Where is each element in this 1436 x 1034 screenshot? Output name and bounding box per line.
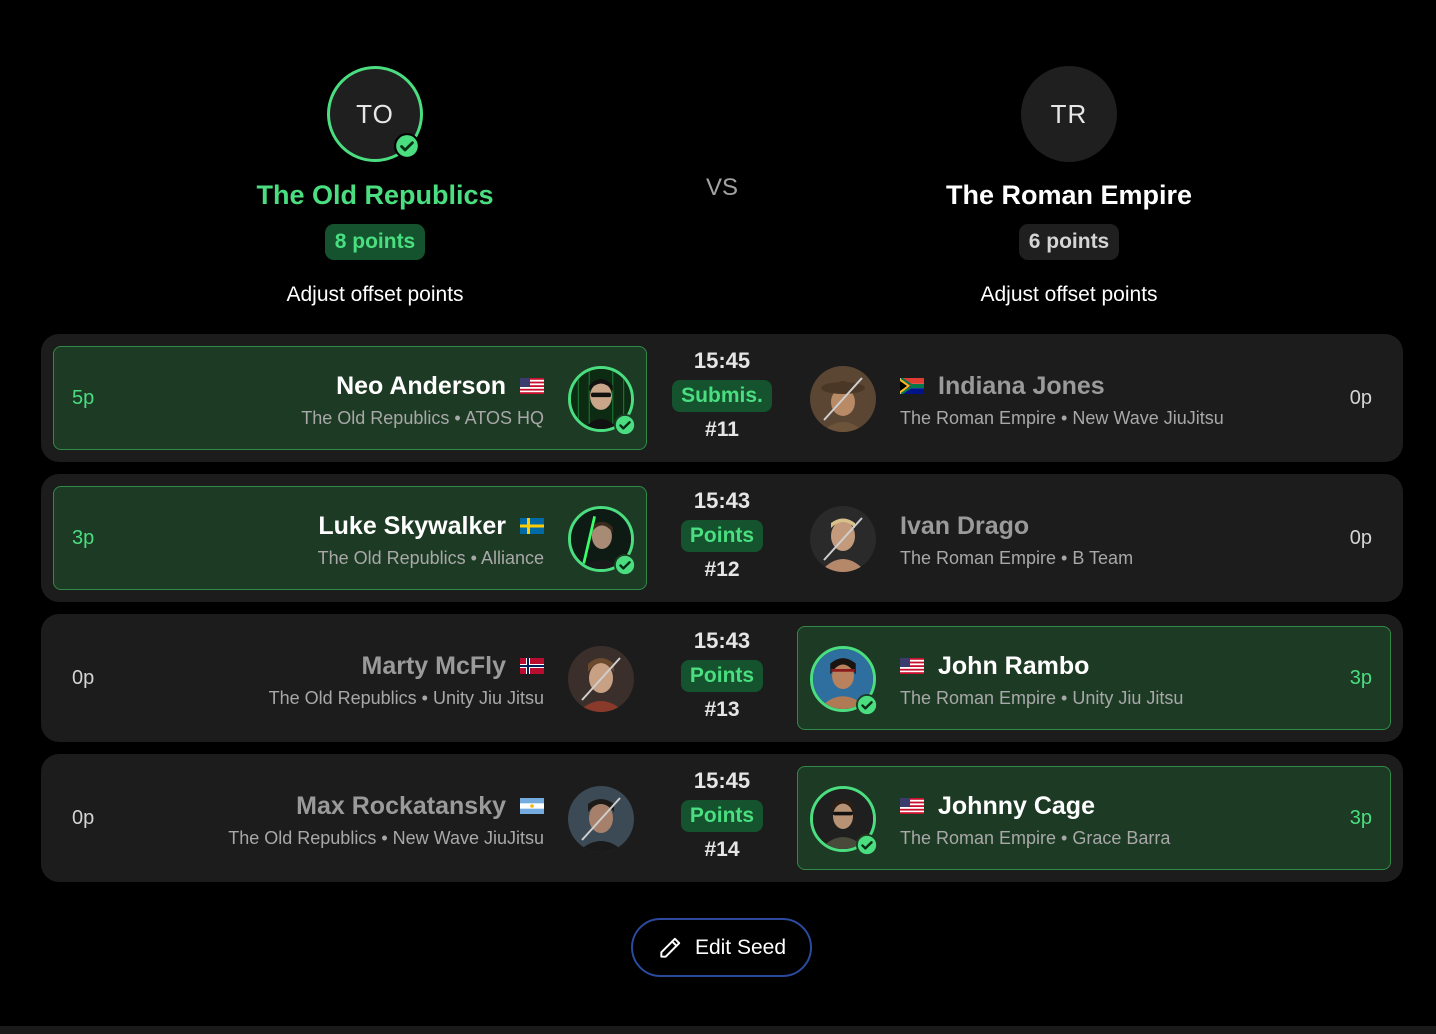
match-time: 15:45 — [693, 348, 751, 373]
team-right: TR The Roman Empire 6 points Adjust offs… — [869, 66, 1269, 307]
fighter-name: Neo Anderson — [336, 371, 506, 400]
verified-check-icon — [394, 133, 420, 159]
team-left: TO The Old Republics 8 points Adjust off… — [175, 66, 575, 307]
verified-check-icon — [856, 694, 878, 716]
match-number: #14 — [704, 838, 740, 861]
team-name: The Roman Empire — [945, 180, 1193, 210]
fighter-points: 3p — [1349, 667, 1372, 689]
no-flag-icon — [520, 658, 544, 674]
fighter-points: 3p — [72, 527, 95, 549]
fighter-avatar — [810, 366, 876, 432]
match-time: 15:45 — [693, 768, 751, 793]
za-flag-icon — [900, 378, 924, 394]
team-avatar: TO — [327, 66, 423, 162]
match-time: 15:43 — [693, 628, 751, 653]
fighter-team-gym: The Old Republics • Alliance — [317, 548, 544, 568]
verified-check-icon — [614, 554, 636, 576]
fighter-team-gym: The Roman Empire • New Wave JiuJitsu — [900, 408, 1224, 428]
verified-check-icon — [614, 414, 636, 436]
match-fighter-right[interactable]: Indiana Jones The Roman Empire • New Wav… — [797, 346, 1391, 450]
vs-label: VS — [705, 174, 738, 201]
match-row[interactable]: 3p Luke Skywalker The Old Republics • Al… — [41, 474, 1403, 602]
fighter-points: 3p — [1349, 807, 1372, 829]
fighter-points: 0p — [1349, 387, 1372, 409]
team-avatar: TR — [1021, 66, 1117, 162]
match-fighter-left[interactable]: 0p Max Rockatansky The Old Republics • N… — [53, 766, 647, 870]
fighter-name: Luke Skywalker — [318, 511, 506, 540]
fighter-team-gym: The Roman Empire • Unity Jiu Jitsu — [900, 688, 1184, 708]
fighter-info: Ivan Drago The Roman Empire • B Team — [900, 509, 1133, 569]
win-method-badge: Submis. — [672, 380, 772, 412]
verified-check-icon — [856, 834, 878, 856]
fighter-info: Luke Skywalker The Old Republics • Allia… — [318, 509, 544, 569]
fighter-avatar — [810, 506, 876, 572]
ar-flag-icon — [520, 798, 544, 814]
team-name: The Old Republics — [256, 180, 494, 210]
fighter-name: John Rambo — [938, 651, 1090, 680]
match-details: 15:43 Points #12 — [671, 488, 773, 582]
fighter-avatar — [568, 506, 636, 576]
adjust-offset-points-link[interactable]: Adjust offset points — [175, 283, 575, 307]
fighter-info: Marty McFly The Old Republics • Unity Ji… — [269, 649, 544, 709]
edit-seed-button[interactable]: Edit Seed — [631, 918, 812, 977]
fighter-info: Johnny Cage The Roman Empire • Grace Bar… — [900, 789, 1170, 849]
match-fighter-left[interactable]: 0p Marty McFly The Old Republics • Unity… — [53, 626, 647, 730]
match-row[interactable]: 0p Max Rockatansky The Old Republics • N… — [41, 754, 1403, 882]
fighter-team-gym: The Old Republics • Unity Jiu Jitsu — [268, 688, 544, 708]
match-fighter-right[interactable]: Ivan Drago The Roman Empire • B Team 0p — [797, 486, 1391, 590]
fighter-info: Neo Anderson The Old Republics • ATOS HQ — [301, 369, 544, 429]
win-method-badge: Points — [680, 800, 764, 832]
match-row[interactable]: 0p Marty McFly The Old Republics • Unity… — [41, 614, 1403, 742]
us-flag-icon — [900, 798, 924, 814]
fighter-info: Indiana Jones The Roman Empire • New Wav… — [900, 369, 1224, 429]
fighter-name: Marty McFly — [361, 651, 506, 680]
pencil-icon — [660, 937, 681, 958]
fighter-avatar — [810, 786, 878, 856]
fighter-name: Indiana Jones — [938, 371, 1105, 400]
fighter-team-gym: The Roman Empire • Grace Barra — [900, 828, 1171, 848]
fighter-points: 5p — [72, 387, 95, 409]
us-flag-icon — [900, 658, 924, 674]
match-number: #12 — [704, 558, 740, 581]
fighter-info: Max Rockatansky The Old Republics • New … — [228, 789, 544, 849]
fighter-points: 0p — [72, 807, 95, 829]
fighter-avatar — [568, 646, 634, 712]
team-initials: TO — [356, 98, 394, 129]
us-flag-icon — [520, 378, 544, 394]
match-fighter-right[interactable]: John Rambo The Roman Empire • Unity Jiu … — [797, 626, 1391, 730]
match-time: 15:43 — [693, 488, 751, 513]
se-flag-icon — [520, 518, 544, 534]
team-points-badge: 8 points — [324, 224, 426, 260]
fighter-name: Max Rockatansky — [296, 791, 506, 820]
match-details: 15:45 Submis. #11 — [671, 348, 773, 442]
fighter-avatar — [568, 366, 636, 436]
match-fighter-left[interactable]: 5p Neo Anderson The Old Republics • ATOS… — [53, 346, 647, 450]
match-details: 15:45 Points #14 — [671, 768, 773, 862]
fighter-team-gym: The Roman Empire • B Team — [900, 548, 1134, 568]
adjust-offset-points-link[interactable]: Adjust offset points — [869, 283, 1269, 307]
team-points-badge: 6 points — [1018, 224, 1120, 260]
fighter-points: 0p — [72, 667, 95, 689]
team-initials: TR — [1050, 98, 1088, 129]
match-number: #11 — [705, 418, 739, 441]
fighter-avatar — [568, 786, 634, 852]
match-row[interactable]: 5p Neo Anderson The Old Republics • ATOS… — [41, 334, 1403, 462]
win-method-badge: Points — [680, 660, 764, 692]
match-number: #13 — [704, 698, 740, 721]
fighter-team-gym: The Old Republics • New Wave JiuJitsu — [228, 828, 544, 848]
match-details: 15:43 Points #13 — [671, 628, 773, 722]
match-fighter-left[interactable]: 3p Luke Skywalker The Old Republics • Al… — [53, 486, 647, 590]
fighter-avatar — [810, 646, 878, 716]
bottom-bar — [0, 1026, 1436, 1034]
fighter-info: John Rambo The Roman Empire • Unity Jiu … — [900, 649, 1183, 709]
edit-seed-label: Edit Seed — [694, 935, 787, 959]
win-method-badge: Points — [680, 520, 764, 552]
match-fighter-right[interactable]: Johnny Cage The Roman Empire • Grace Bar… — [797, 766, 1391, 870]
fighter-points: 0p — [1349, 527, 1372, 549]
fighter-name: Ivan Drago — [900, 511, 1030, 540]
fighter-team-gym: The Old Republics • ATOS HQ — [301, 408, 544, 428]
fighter-name: Johnny Cage — [938, 791, 1095, 820]
